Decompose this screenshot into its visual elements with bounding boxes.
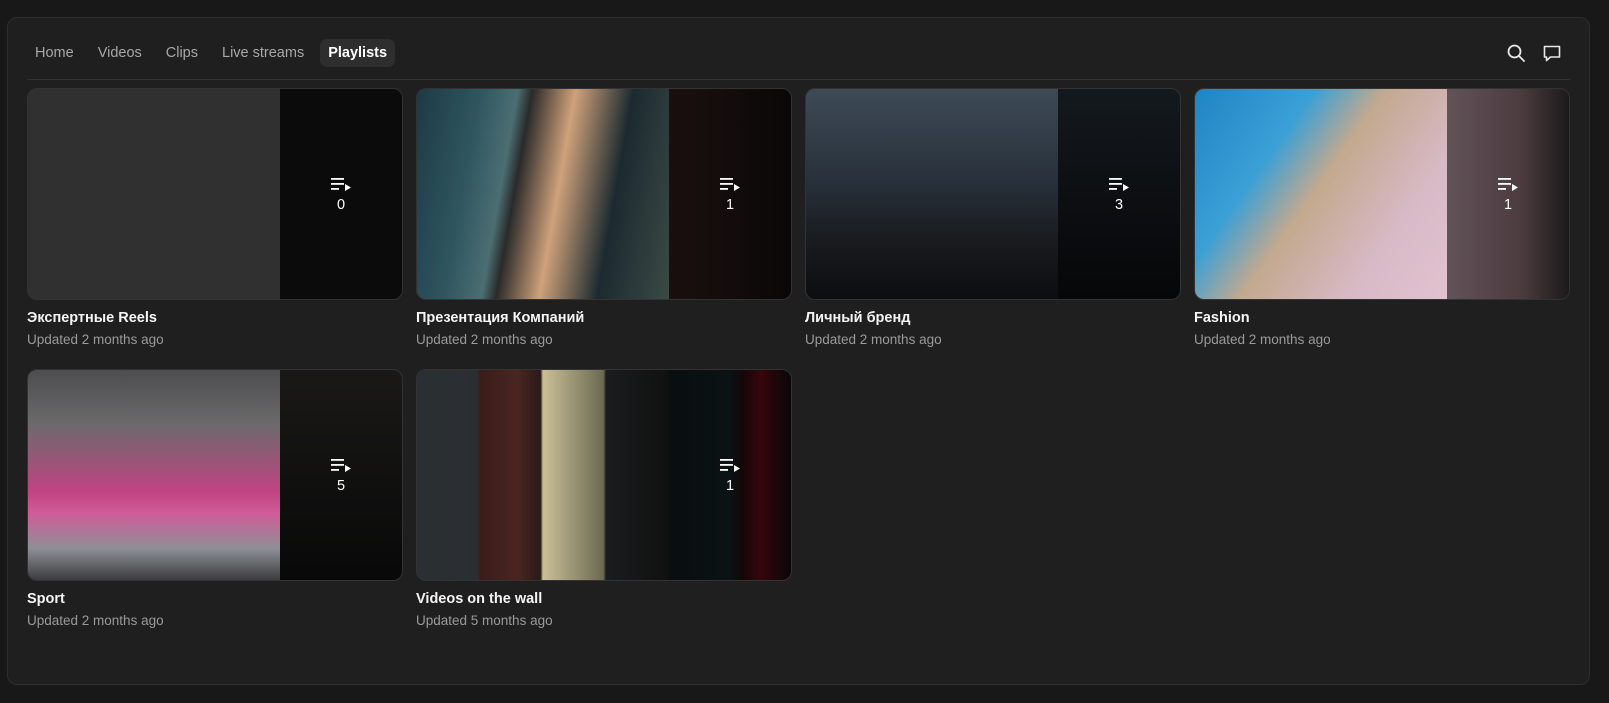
channel-panel: Home Videos Clips Live streams Playlists [7,17,1590,685]
playlist-icon [1498,178,1518,191]
playlist-count-overlay: 1 [669,370,791,580]
playlist-icon [331,459,351,472]
playlist-updated: Updated 2 months ago [27,332,164,347]
playlist-title[interactable]: Videos on the wall [416,591,792,607]
tab-bar: Home Videos Clips Live streams Playlists [27,39,396,67]
playlist-count-overlay: 1 [669,89,791,299]
search-icon[interactable] [1506,43,1526,63]
playlist-updated: Updated 2 months ago [416,332,553,347]
playlist-title[interactable]: Презентация Компаний [416,310,792,326]
chat-bubble-icon[interactable] [1542,43,1562,63]
playlist-thumbnail[interactable]: 5 [27,369,403,581]
playlist-card[interactable]: 3 Личный бренд Updated 2 months ago [805,88,1181,347]
playlist-thumbnail[interactable]: 1 [1194,88,1570,300]
playlist-updated: Updated 2 months ago [27,613,164,628]
playlist-grid: 0 Экспертные Reels Updated 2 months ago … [27,88,1571,628]
tab-videos[interactable]: Videos [90,39,150,67]
playlist-count-overlay: 5 [280,370,402,580]
tab-clips[interactable]: Clips [158,39,206,67]
video-count: 1 [725,478,735,494]
playlist-updated: Updated 2 months ago [805,332,942,347]
tab-live-streams[interactable]: Live streams [214,39,312,67]
playlist-title[interactable]: Личный бренд [805,310,1181,326]
playlist-count-overlay: 3 [1058,89,1180,299]
playlist-card[interactable]: 0 Экспертные Reels Updated 2 months ago [27,88,403,347]
video-count: 0 [336,197,346,213]
playlist-updated: Updated 2 months ago [1194,332,1331,347]
playlist-thumbnail[interactable]: 1 [416,88,792,300]
playlist-title[interactable]: Fashion [1194,310,1570,326]
playlist-icon [720,459,740,472]
video-count: 1 [1503,197,1513,213]
playlist-count-overlay: 1 [1447,89,1569,299]
playlist-thumbnail[interactable]: 1 [416,369,792,581]
playlist-card[interactable]: 1 Fashion Updated 2 months ago [1194,88,1570,347]
playlist-thumbnail[interactable]: 0 [27,88,403,300]
tab-home[interactable]: Home [27,39,82,67]
video-count: 5 [336,478,346,494]
playlist-icon [1109,178,1129,191]
channel-nav: Home Videos Clips Live streams Playlists [27,35,1570,80]
playlist-icon [331,178,351,191]
playlist-icon [720,178,740,191]
playlist-thumbnail[interactable]: 3 [805,88,1181,300]
video-count: 1 [725,197,735,213]
playlist-card[interactable]: 5 Sport Updated 2 months ago [27,369,403,628]
playlist-title[interactable]: Sport [27,591,403,607]
playlist-count-overlay: 0 [280,89,402,299]
tab-playlists[interactable]: Playlists [320,39,396,67]
video-count: 3 [1114,197,1124,213]
playlist-title[interactable]: Экспертные Reels [27,310,403,326]
nav-actions [1506,43,1570,63]
playlist-card[interactable]: 1 Videos on the wall Updated 5 months ag… [416,369,792,628]
playlist-card[interactable]: 1 Презентация Компаний Updated 2 months … [416,88,792,347]
playlist-updated: Updated 5 months ago [416,613,553,628]
